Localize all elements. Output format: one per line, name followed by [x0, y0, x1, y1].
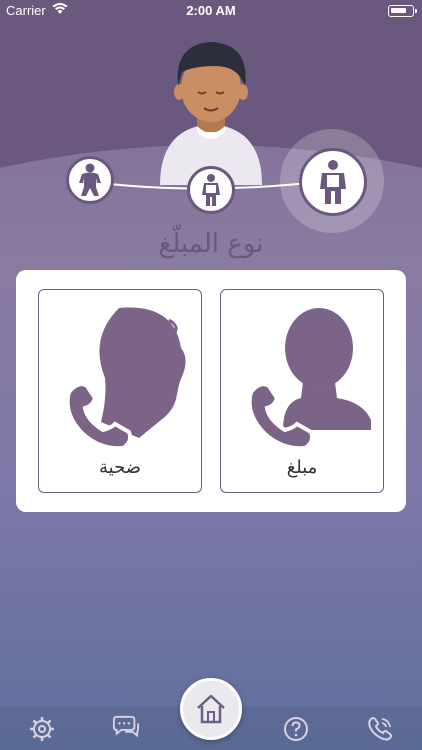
home-button[interactable] [180, 678, 242, 740]
question-icon [284, 717, 308, 741]
reporter-type-panel: ضحية مبلغ [16, 270, 406, 512]
adult-figure-icon [320, 160, 346, 204]
tab-call[interactable] [366, 715, 394, 743]
reporter-label: مبلغ [286, 457, 318, 478]
reporter-card[interactable]: مبلغ [220, 289, 384, 493]
victim-card[interactable]: ضحية [38, 289, 202, 493]
chat-bubbles-icon [112, 715, 140, 738]
tab-help[interactable] [282, 715, 310, 743]
clock: 2:00 AM [186, 3, 236, 18]
step-child[interactable] [66, 156, 114, 204]
gear-icon [30, 717, 54, 741]
victim-label: ضحية [99, 457, 141, 478]
page-title: نوع المبلّغ [158, 229, 264, 259]
home-icon [197, 694, 225, 724]
phone-icon [368, 717, 392, 741]
adult-phone-icon [247, 308, 371, 448]
tab-settings[interactable] [28, 715, 56, 743]
step-teen[interactable] [187, 166, 235, 214]
status-bar: Carrier 2:00 AM [0, 0, 422, 22]
tab-chat[interactable] [112, 715, 140, 743]
child-figure-icon [79, 163, 101, 196]
teen-figure-icon [202, 174, 220, 206]
child-phone-icon [65, 307, 186, 448]
step-adult[interactable] [299, 148, 367, 216]
battery-icon [388, 5, 417, 17]
